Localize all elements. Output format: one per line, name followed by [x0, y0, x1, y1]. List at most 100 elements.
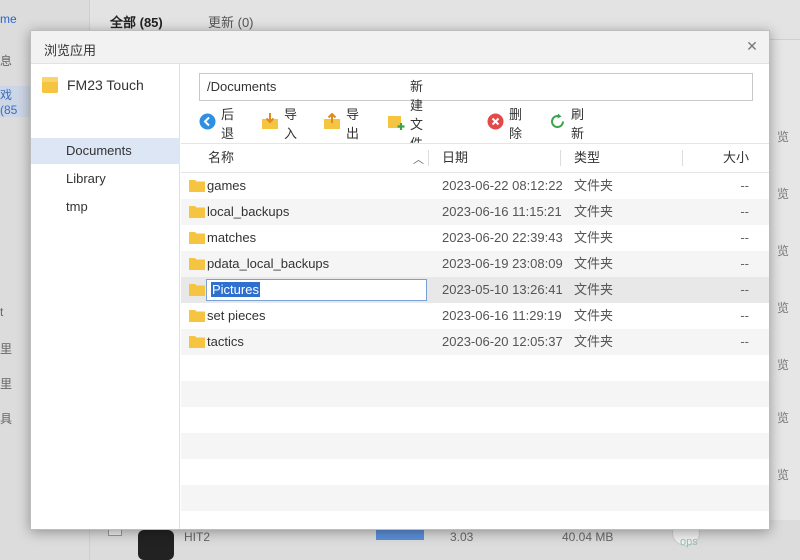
background-home-label[interactable]: me [0, 12, 17, 26]
file-date: 2023-06-20 12:05:37 [442, 334, 563, 349]
delete-button[interactable]: 删除 [487, 107, 522, 141]
import-icon [261, 113, 279, 133]
delete-label: 删除 [509, 107, 523, 141]
file-name: games [207, 178, 247, 193]
device-name: FM23 Touch [67, 77, 144, 93]
file-name: pdata_local_backups [207, 256, 330, 271]
path-input[interactable]: /Documents [199, 73, 753, 101]
sidebar-item-library[interactable]: Library [31, 166, 180, 192]
refresh-icon [549, 113, 566, 133]
file-size: -- [740, 230, 749, 245]
background-preview-button[interactable]: 览 [766, 354, 800, 376]
back-label: 后退 [221, 107, 235, 141]
file-name: matches [207, 230, 257, 245]
folder-icon [189, 178, 205, 195]
file-type: 文件夹 [574, 230, 614, 245]
table-row[interactable]: pdata_local_backups 2023-06-19 23:08:09 … [181, 251, 769, 277]
new-folder-button[interactable]: 新建文件夹 [387, 79, 423, 170]
background-side-item[interactable]: 息 [0, 52, 12, 69]
folder-icon [189, 282, 205, 299]
export-label: 导出 [346, 107, 360, 141]
watermark-text: ops [680, 536, 698, 548]
file-date: 2023-05-10 13:26:41 [442, 282, 563, 297]
new-folder-icon [387, 113, 405, 134]
column-divider[interactable] [428, 150, 429, 166]
export-icon [323, 112, 341, 133]
table-row[interactable]: local_backups 2023-06-16 11:15:21 文件夹 -- [181, 199, 769, 225]
file-type: 文件夹 [574, 308, 614, 323]
empty-row [181, 381, 769, 407]
background-preview-button[interactable]: 览 [766, 464, 800, 486]
folder-icon [189, 204, 205, 221]
device-header[interactable]: FM23 Touch [41, 74, 180, 96]
file-type: 文件夹 [574, 256, 614, 271]
file-size: -- [740, 282, 749, 297]
folder-icon [189, 230, 205, 247]
delete-icon [487, 113, 504, 133]
dialog-sidebar: FM23 Touch Documents Library tmp [31, 64, 180, 529]
column-size[interactable]: 大小 [723, 144, 749, 172]
sidebar-item-tmp[interactable]: tmp [31, 194, 180, 220]
file-type: 文件夹 [574, 178, 614, 193]
background-side-item[interactable]: 里 [0, 340, 12, 357]
background-preview-button[interactable]: 览 [766, 183, 800, 205]
folder-icon [189, 308, 205, 325]
folder-icon [41, 76, 59, 97]
rename-selected-text: Pictures [211, 282, 260, 297]
table-row[interactable]: set pieces 2023-06-16 11:29:19 文件夹 -- [181, 303, 769, 329]
folder-icon [189, 334, 205, 351]
file-type: 文件夹 [574, 282, 614, 297]
empty-row [181, 433, 769, 459]
file-name: tactics [207, 334, 244, 349]
folder-icon [189, 256, 205, 273]
background-preview-button[interactable]: 览 [766, 297, 800, 319]
background-preview-button[interactable]: 览 [766, 407, 800, 429]
table-body: games 2023-06-22 08:12:22 文件夹 -- local_b… [181, 173, 769, 529]
file-size: -- [740, 256, 749, 271]
column-date[interactable]: 日期 [442, 144, 468, 172]
import-label: 导入 [284, 107, 298, 141]
file-table: 名称 ︿ 日期 类型 大小 games 2023-06-22 08:12:22 … [181, 143, 769, 529]
column-type[interactable]: 类型 [574, 144, 600, 172]
sort-ascending-icon[interactable]: ︿ [413, 151, 424, 167]
background-preview-button[interactable]: 览 [766, 240, 800, 262]
refresh-label: 刷新 [571, 107, 585, 141]
empty-row [181, 485, 769, 511]
table-row-renaming[interactable]: Pictures 2023-05-10 13:26:41 文件夹 -- [181, 277, 769, 303]
back-icon [199, 113, 216, 133]
file-date: 2023-06-20 22:39:43 [442, 230, 563, 245]
table-header: 名称 ︿ 日期 类型 大小 [181, 143, 769, 173]
tab-updates[interactable]: 更新 (0) [208, 12, 254, 31]
dialog-main: /Documents 后退 导入 导出 新建文 删除 刷新 名称 ︿ 日期 类型… [181, 64, 769, 529]
dialog-header: 浏览应用 ✕ [31, 31, 769, 64]
table-row[interactable]: matches 2023-06-20 22:39:43 文件夹 -- [181, 225, 769, 251]
refresh-button[interactable]: 刷新 [549, 107, 584, 141]
table-row[interactable]: games 2023-06-22 08:12:22 文件夹 -- [181, 173, 769, 199]
table-row[interactable]: tactics 2023-06-20 12:05:37 文件夹 -- [181, 329, 769, 355]
file-size: -- [740, 334, 749, 349]
close-icon[interactable]: ✕ [743, 37, 761, 55]
background-side-item[interactable]: t [0, 305, 3, 319]
column-name[interactable]: 名称 [208, 144, 234, 172]
file-date: 2023-06-22 08:12:22 [442, 178, 563, 193]
file-size: -- [740, 308, 749, 323]
file-size: -- [740, 178, 749, 193]
sidebar-item-documents[interactable]: Documents [31, 138, 180, 164]
background-preview-button[interactable]: 览 [766, 126, 800, 148]
export-button[interactable]: 导出 [323, 107, 359, 141]
empty-row [181, 407, 769, 433]
background-side-item[interactable]: 具 [0, 410, 12, 427]
column-divider[interactable] [560, 150, 561, 166]
file-date: 2023-06-16 11:29:19 [442, 308, 562, 323]
file-date: 2023-06-19 23:08:09 [442, 256, 563, 271]
back-button[interactable]: 后退 [199, 107, 234, 141]
rename-input[interactable]: Pictures [206, 279, 427, 301]
empty-row [181, 355, 769, 381]
background-side-item[interactable]: 里 [0, 375, 12, 392]
tab-all[interactable]: 全部 (85) [110, 12, 163, 31]
file-type: 文件夹 [574, 204, 614, 219]
background-side-item-active[interactable]: 戏 (85 [0, 86, 30, 117]
column-divider[interactable] [682, 150, 683, 166]
import-button[interactable]: 导入 [261, 107, 297, 141]
file-type: 文件夹 [574, 334, 614, 349]
